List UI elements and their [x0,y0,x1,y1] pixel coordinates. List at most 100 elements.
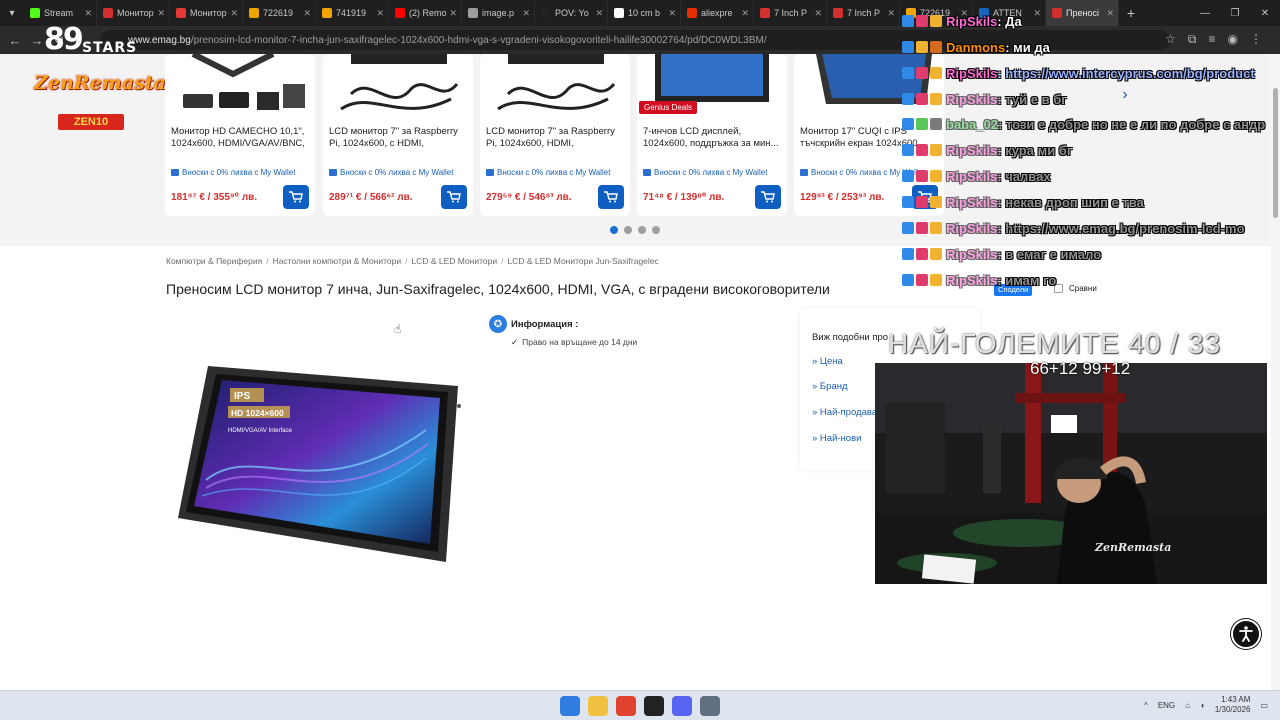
notifications-icon[interactable]: ▭ [1260,701,1268,710]
chat-badge-icon [916,41,928,53]
tab-favicon-icon [322,8,332,18]
product-card[interactable]: 7-инчов LCD дисплей, 1024x600, поддръжка… [637,54,787,216]
browser-tab[interactable]: 722619 ✕ [243,0,316,26]
wallet-icon [171,169,179,176]
wallet-icon [329,169,337,176]
product-card-title[interactable]: Монитор HD CAMECHO 10,1", 1024x600, HDMI… [171,126,311,150]
product-card-image[interactable] [173,54,307,116]
breadcrumb-item[interactable]: Компютри & Периферия [166,256,262,266]
carousel-dot[interactable] [610,226,618,234]
tab-favicon-icon [395,8,405,18]
tab-close-icon[interactable]: ✕ [449,8,457,19]
browser-tab[interactable]: image.p ✕ [462,0,535,26]
product-image[interactable]: IPS HD 1024×600 HDMI/VGA/AV Interface [176,360,466,570]
wallet-text: Вноски с 0% лихва с My Wallet [182,168,296,177]
product-card[interactable]: LCD монитор 7" за Raspberry Pi, 1024x600… [323,54,473,216]
add-to-cart-button[interactable] [755,185,781,209]
tab-close-icon[interactable]: ✕ [84,8,92,19]
tab-favicon-icon [103,8,113,18]
chat-badge-icon [902,118,914,130]
chrome-icon[interactable] [616,696,636,716]
language-indicator[interactable]: ENG [1158,701,1175,710]
tab-search-menu-icon[interactable]: ▾ [0,0,24,26]
wallet-icon [486,169,494,176]
chat-badges [902,15,942,27]
product-card-image[interactable] [331,54,465,116]
similar-link-price[interactable]: » Цена [812,356,843,367]
browser-tab[interactable]: 7 Inch P ✕ [827,0,900,26]
file-explorer-icon[interactable] [588,696,608,716]
chat-text: : този е добре но не е ли по добре с анд… [998,116,1266,132]
accessibility-button[interactable] [1231,619,1261,649]
tab-close-icon[interactable]: ✕ [376,8,384,19]
network-icon[interactable]: ⌂ [1185,701,1190,710]
breadcrumb-item[interactable]: LCD & LED Монитори [411,256,497,266]
chat-badges [902,144,942,156]
tab-close-icon[interactable]: ✕ [668,8,676,19]
breadcrumb-item[interactable]: Настолни компютри & Монитори [273,256,402,266]
tab-title: image.p [482,8,515,18]
browser-tab[interactable]: Монитор ✕ [170,0,243,26]
cart-icon [604,191,618,203]
tab-title: Монитор [190,8,227,18]
tab-title: 722619 [263,8,294,18]
return-policy-row: ✓ Право на връщане до 14 дни [511,337,637,348]
add-to-cart-button[interactable] [598,185,624,209]
start-menu-icon[interactable] [560,696,580,716]
cart-icon [447,191,461,203]
product-card-image[interactable] [488,54,622,116]
chat-message: RipSkils: имам го [902,270,1056,290]
back-icon[interactable]: ← [4,33,26,48]
product-card-title[interactable]: 7-инчов LCD дисплей, 1024x600, поддръжка… [643,126,783,150]
chat-text: : ми да [1005,39,1050,55]
similar-link-newest[interactable]: » Най-нови [812,433,861,444]
tab-close-icon[interactable]: ✕ [157,8,165,19]
tab-favicon-icon [468,8,478,18]
chat-text: : некав дроп шип е тва [997,194,1144,210]
tab-favicon-icon [176,8,186,18]
volume-icon[interactable]: ◖ [1200,701,1205,710]
chat-message: RipSkils: кура ми бг [902,140,1072,160]
wallet-installments: Вноски с 0% лихва с My Wallet [329,168,453,177]
add-to-cart-button[interactable] [283,185,309,209]
obs-icon[interactable] [644,696,664,716]
tab-close-icon[interactable]: ✕ [303,8,311,19]
chat-message: RipSkils: Да [902,11,1022,31]
breadcrumb: Компютри & Периферия / Настолни компютри &… [166,256,659,266]
similar-link-brand[interactable]: » Бранд [812,381,848,392]
tab-close-icon[interactable]: ✕ [741,8,749,19]
page-scrollbar[interactable] [1271,54,1280,690]
chat-text: : имам го [997,272,1057,288]
chat-message: RipSkils: в емаг е имало [902,244,1101,264]
browser-tab[interactable]: 10 cm b ✕ [608,0,681,26]
tab-close-icon[interactable]: ✕ [887,8,895,19]
tab-close-icon[interactable]: ✕ [595,8,603,19]
chat-text: : https://www.emag.bg/prenosim-lcd-mo [997,220,1245,236]
browser-tab[interactable]: 741919 ✕ [316,0,389,26]
tray-chevron-icon[interactable]: ^ [1144,701,1148,710]
chat-badge-icon [930,93,942,105]
similar-link-bestselling[interactable]: » Най-продава [812,407,877,418]
carousel-dot[interactable] [652,226,660,234]
tab-title: Монитор [117,8,154,18]
notepad-icon[interactable] [700,696,720,716]
carousel-dot[interactable] [638,226,646,234]
product-card-title[interactable]: LCD монитор 7" за Raspberry Pi, 1024x600… [486,126,626,150]
product-card-title[interactable]: LCD монитор 7" за Raspberry Pi, 1024x600… [329,126,469,150]
tab-close-icon[interactable]: ✕ [522,8,530,19]
breadcrumb-separator: / [501,256,504,266]
carousel-dot[interactable] [624,226,632,234]
add-to-cart-button[interactable] [441,185,467,209]
product-card[interactable]: Монитор HD CAMECHO 10,1", 1024x600, HDMI… [165,54,315,216]
browser-tab[interactable]: (2) Remo ✕ [389,0,462,26]
chat-badge-icon [916,15,928,27]
tab-close-icon[interactable]: ✕ [230,8,238,19]
tab-close-icon[interactable]: ✕ [814,8,822,19]
browser-tab[interactable]: aliexpre ✕ [681,0,754,26]
scrollbar-thumb[interactable] [1273,88,1278,218]
clock[interactable]: 1:43 AM 1/30/2026 [1215,695,1251,715]
product-card[interactable]: LCD монитор 7" за Raspberry Pi, 1024x600… [480,54,630,216]
browser-tab[interactable]: 7 Inch P ✕ [754,0,827,26]
discord-icon[interactable] [672,696,692,716]
browser-tab[interactable]: POV: Yo ✕ [535,0,608,26]
